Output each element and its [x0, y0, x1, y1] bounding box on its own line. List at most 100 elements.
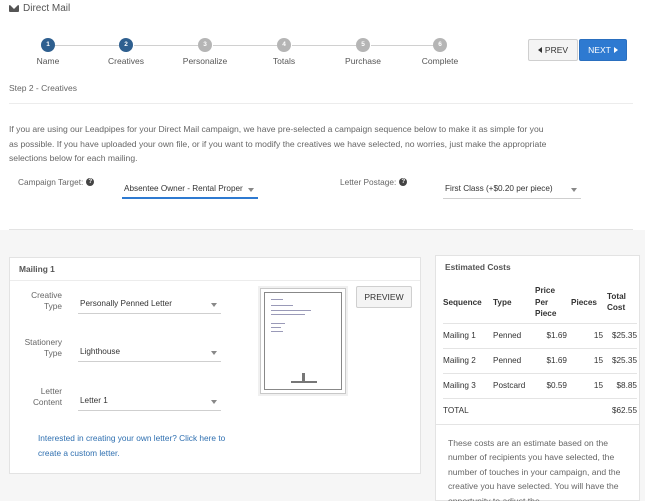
total-row: TOTAL $62.55 — [443, 397, 637, 423]
letter-line — [271, 327, 281, 328]
next-button-label: NEXT — [588, 45, 611, 55]
help-icon[interactable]: ? — [86, 178, 95, 186]
price-cell: $0.59 — [535, 372, 567, 398]
sequence-cell: Mailing 3 — [443, 372, 493, 398]
step-label: Creatives — [108, 56, 144, 66]
step-label: Complete — [421, 56, 459, 66]
grand-total-cell: $62.55 — [603, 397, 637, 423]
type-cell: Postcard — [493, 372, 535, 398]
intro-text: If you are using our Leadpipes for your … — [9, 124, 547, 163]
chevron-down-icon — [571, 188, 577, 192]
help-icon[interactable]: ? — [399, 178, 408, 186]
mailing-title: Mailing 1 — [19, 264, 55, 274]
sequence-cell: Mailing 1 — [443, 322, 493, 348]
step-number: 6 — [433, 38, 447, 52]
letter-line — [271, 310, 311, 311]
prev-button-label: PREV — [544, 45, 569, 55]
price-cell: $1.69 — [535, 347, 567, 373]
arrow-right-icon — [613, 47, 618, 53]
letter-frame — [264, 292, 342, 390]
mailing-card: Mailing 1 Creative Type Personally Penne… — [9, 257, 421, 474]
letter-line — [271, 299, 283, 300]
letter-line — [271, 323, 285, 324]
estimated-costs-title: Estimated Costs — [445, 262, 511, 272]
column-header: Total Cost — [607, 291, 626, 313]
letter-line — [271, 331, 283, 332]
letter-line — [271, 314, 305, 315]
campaign-target-select[interactable]: Absentee Owner - Rental Proper — [122, 181, 258, 199]
pieces-cell: 15 — [567, 322, 603, 348]
preview-button[interactable]: PREVIEW — [356, 286, 412, 308]
table-row: Mailing 1 Penned $1.69 15 $25.35 — [443, 322, 637, 348]
step-label: Personalize — [182, 56, 228, 66]
estimated-costs-card: Estimated Costs Sequence Type Price Per … — [435, 255, 640, 501]
creative-type-label: Creative Type — [31, 290, 62, 311]
step-number: 1 — [41, 38, 55, 52]
step-complete[interactable]: 6 Complete — [400, 38, 480, 66]
creative-type-value: Personally Penned Letter — [80, 299, 172, 308]
type-cell: Penned — [493, 322, 535, 348]
arrow-left-icon — [537, 47, 542, 53]
chevron-down-icon — [211, 400, 217, 404]
chevron-down-icon — [211, 303, 217, 307]
letter-postage-label: Letter Postage: ? — [340, 177, 408, 187]
progress-stepper: 1 Name 2 Creatives 3 Personalize 4 Total… — [26, 38, 476, 72]
next-button[interactable]: NEXT — [579, 39, 627, 61]
column-header: Pieces — [571, 297, 597, 307]
stationery-type-label: Stationery Type — [24, 337, 62, 358]
table-row: Mailing 2 Penned $1.69 15 $25.35 — [443, 347, 637, 373]
total-label: TOTAL — [443, 397, 603, 423]
costs-table: Sequence Type Price Per Piece Pieces Tot… — [443, 282, 637, 423]
divider — [10, 280, 420, 281]
chevron-down-icon — [211, 351, 217, 355]
divider — [9, 103, 633, 104]
page-title: Direct Mail — [23, 3, 71, 14]
lighthouse-icon — [302, 373, 305, 381]
step-purchase[interactable]: 5 Purchase — [323, 38, 403, 66]
step-label: Totals — [272, 56, 296, 66]
stationery-type-select[interactable]: Lighthouse — [78, 344, 221, 362]
letter-postage-select[interactable]: First Class (+$0.20 per piece) — [443, 181, 581, 199]
total-cell: $25.35 — [603, 347, 637, 373]
divider — [436, 424, 639, 425]
envelope-icon — [9, 5, 19, 12]
step-totals[interactable]: 4 Totals — [244, 38, 324, 66]
campaign-target-label: Campaign Target: ? — [18, 177, 95, 187]
pieces-cell: 15 — [567, 347, 603, 373]
letter-content-value: Letter 1 — [80, 396, 108, 405]
total-cell: $25.35 — [603, 322, 637, 348]
campaign-target-value: Absentee Owner - Rental Proper — [124, 184, 243, 193]
step-number: 2 — [119, 38, 133, 52]
letter-preview-thumbnail[interactable] — [260, 288, 346, 394]
letter-line — [271, 305, 293, 306]
step-label: Name — [36, 56, 60, 66]
create-custom-letter-link[interactable]: Interested in creating your own letter? … — [38, 431, 248, 460]
lighthouse-footer-icon — [291, 381, 317, 383]
letter-content-label: Letter Content — [32, 386, 62, 407]
costs-disclaimer: These costs are an estimate based on the… — [448, 438, 621, 501]
campaign-target-label-text: Campaign Target: — [18, 177, 84, 187]
stationery-type-value: Lighthouse — [80, 347, 121, 356]
letter-content-select[interactable]: Letter 1 — [78, 393, 221, 411]
type-cell: Penned — [493, 347, 535, 373]
prev-button[interactable]: PREV — [528, 39, 578, 61]
letter-postage-label-text: Letter Postage: — [340, 177, 397, 187]
column-header: Sequence — [443, 297, 482, 307]
step-label: Purchase — [345, 56, 381, 66]
step-number: 5 — [356, 38, 370, 52]
step-creatives[interactable]: 2 Creatives — [86, 38, 166, 66]
letter-postage-value: First Class (+$0.20 per piece) — [445, 184, 553, 193]
step-heading: Step 2 - Creatives — [9, 83, 78, 93]
column-header: Type — [493, 297, 512, 307]
page-header: Direct Mail — [9, 3, 70, 14]
step-name[interactable]: 1 Name — [8, 38, 88, 66]
creative-type-select[interactable]: Personally Penned Letter — [78, 296, 221, 314]
step-personalize[interactable]: 3 Personalize — [165, 38, 245, 66]
total-cell: $8.85 — [603, 372, 637, 398]
column-header: Price Per Piece — [535, 286, 557, 318]
step-number: 4 — [277, 38, 291, 52]
sequence-cell: Mailing 2 — [443, 347, 493, 373]
price-cell: $1.69 — [535, 322, 567, 348]
table-row: Mailing 3 Postcard $0.59 15 $8.85 — [443, 372, 637, 398]
pieces-cell: 15 — [567, 372, 603, 398]
